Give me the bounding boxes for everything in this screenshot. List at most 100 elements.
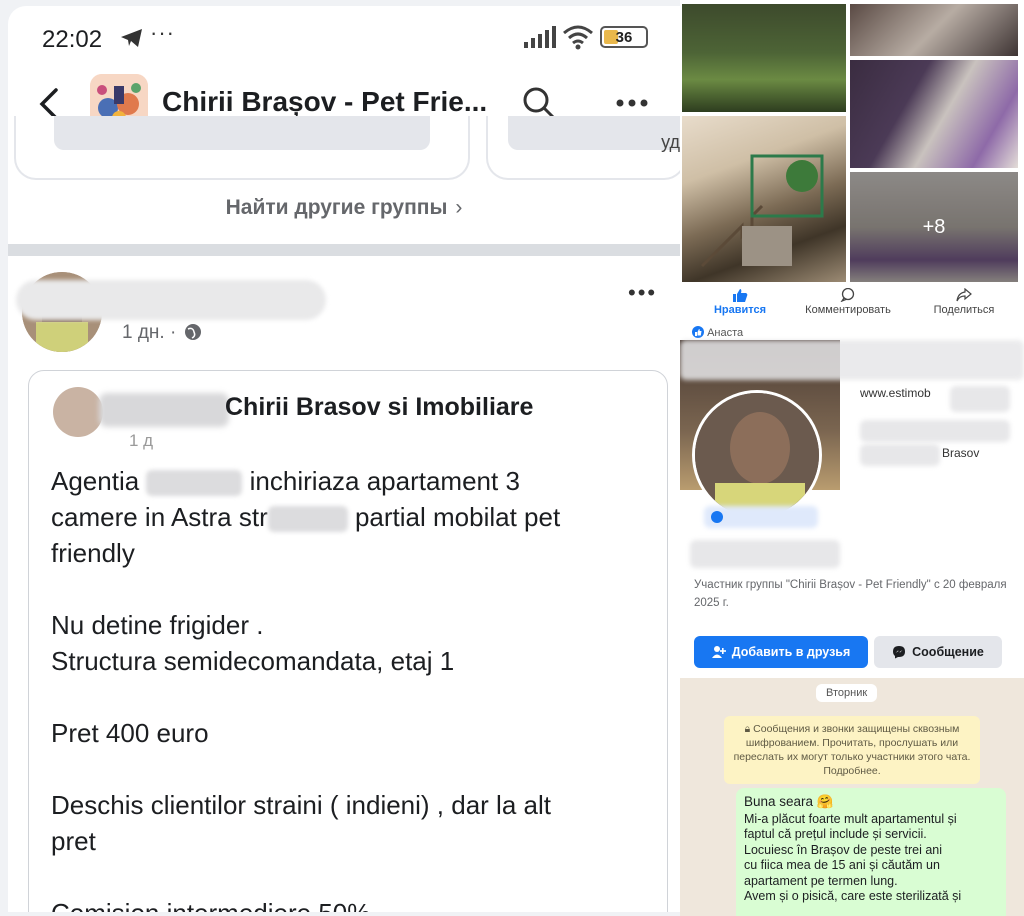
suggested-group-card[interactable]: уд [486, 116, 680, 180]
lock-icon: 🔒︎ [744, 723, 754, 735]
reactions-summary[interactable]: Анаста [692, 326, 743, 339]
suggested-group-label: уд [661, 132, 680, 152]
battery-indicator: 36 [600, 26, 648, 48]
post-text: Agentia [51, 466, 140, 496]
reactions-names: Анаста [707, 327, 744, 339]
status-time: 22:02 [42, 26, 103, 53]
message-line: cu fiica mea de 15 ani și căutăm un [744, 858, 940, 872]
like-label: Нравится [713, 304, 767, 316]
post-actions-bar: Нравится Комментировать Поделиться [680, 284, 1024, 326]
post-line: Pret 400 euro [51, 718, 209, 748]
group-membership-note: Участник группы "Chirii Brașov - Pet Fri… [694, 579, 1007, 609]
like-reaction-icon [692, 326, 704, 338]
page-title: Chirii Brașov - Pet Frie... [162, 86, 488, 117]
encryption-notice[interactable]: 🔒︎ Сообщения и звонки защищены сквозным … [724, 716, 980, 784]
redacted-profile-info [860, 444, 940, 466]
message-button[interactable]: Сообщение [874, 636, 1002, 668]
profile-website: www.estimob [860, 386, 931, 400]
post-text: inchiriaza apartament 3 [249, 466, 520, 496]
redacted-author-name [16, 280, 326, 320]
redacted-website [950, 386, 1010, 412]
message-line: faptul că prețul include și servicii. [744, 827, 927, 841]
redacted-shared-author [99, 393, 229, 427]
add-user-icon [711, 646, 726, 658]
post-line: Deschis clientilor straini ( indieni) , … [51, 790, 551, 820]
comment-button[interactable]: Комментировать [798, 288, 898, 316]
message-line: Buna seara 🤗 [744, 794, 834, 809]
shared-post-card[interactable]: Chirii Brasov si Imobiliare 1 д Agentia … [28, 370, 668, 912]
facebook-post-screenshot: 22:02 ··· 36 Chirii Brașov - Pet Frie...… [0, 0, 680, 916]
redacted-profile-detail [690, 540, 840, 568]
chat-message-bubble[interactable]: Buna seara 🤗 Mi-a plăcut foarte mult apa… [736, 788, 1006, 916]
redacted-profile-name [680, 340, 1024, 380]
listing-and-chat-panel: +8 Нравится Комментировать Поделиться Ан… [680, 0, 1024, 916]
profile-photo [695, 393, 819, 517]
suggested-group-card[interactable] [14, 116, 470, 180]
post-line: friendly [51, 538, 135, 568]
comment-label: Комментировать [805, 304, 891, 316]
share-icon [956, 288, 972, 302]
post-time-text: 1 дн. · [122, 322, 177, 343]
suggested-group-button[interactable] [54, 116, 430, 150]
more-photos-count[interactable]: +8 [850, 172, 1018, 282]
shared-post-source[interactable]: Chirii Brasov si Imobiliare [225, 393, 533, 422]
post-line: Nu detine frigider . [51, 610, 264, 640]
post-line: Structura semidecomandata, etaj 1 [51, 646, 455, 676]
find-other-groups-label: Найти другие группы [225, 196, 448, 219]
section-divider [8, 244, 680, 256]
more-notifications-icon: ··· [150, 20, 175, 45]
post-timestamp: 1 дн. · [122, 322, 202, 344]
add-friend-button[interactable]: Добавить в друзья [694, 636, 868, 668]
photo-garden[interactable] [682, 4, 846, 112]
badge-icon [711, 511, 723, 523]
profile-avatar[interactable] [692, 390, 822, 520]
photo-hallway[interactable] [850, 4, 1018, 56]
post-text: camere in Astra str [51, 502, 268, 532]
status-bar: 22:02 ··· 36 [8, 6, 680, 64]
profile-city: Brasov [942, 446, 980, 460]
signal-icon [524, 26, 556, 48]
comment-icon [840, 288, 855, 302]
post-line: pret [51, 826, 96, 856]
message-line: Locuiesc în Brașov de peste trei ani [744, 842, 943, 857]
profile-card: www.estimob Brasov Участник группы "Chir… [680, 340, 1024, 620]
message-line: apartament pe termen lung. [744, 873, 898, 888]
phone-screen: 22:02 ··· 36 Chirii Brașov - Pet Frie...… [8, 6, 680, 912]
shared-post-time: 1 д [129, 431, 154, 450]
post-more-icon[interactable]: ••• [628, 280, 657, 306]
share-label: Поделиться [933, 304, 995, 316]
battery-level: 36 [615, 29, 633, 46]
post-text: partial mobilat pet [354, 502, 561, 532]
chat-window: Вторник 🔒︎ Сообщения и звонки защищены с… [680, 678, 1024, 916]
redacted-text [267, 506, 348, 533]
message-label: Сообщение [912, 645, 984, 659]
wifi-icon [563, 25, 593, 50]
post-line: camere in Astra str partial mobilat pet [51, 499, 651, 535]
photo-staircase[interactable] [682, 116, 846, 282]
suggested-group-button[interactable] [508, 116, 680, 150]
share-button[interactable]: Поделиться [924, 288, 1004, 316]
shared-author-avatar[interactable] [53, 387, 103, 437]
like-button[interactable]: Нравится [700, 288, 780, 316]
chat-date-chip: Вторник [816, 684, 878, 702]
photo-dining-room[interactable]: +8 [850, 172, 1018, 282]
thumbs-up-icon [733, 289, 748, 302]
post-body: Agentia inchiriaza apartament 3 camere i… [51, 463, 651, 912]
telegram-icon [121, 29, 142, 47]
photo-grid: +8 [680, 0, 1024, 284]
post-line: Agentia inchiriaza apartament 3 [51, 463, 651, 499]
staircase-drawing [700, 154, 824, 268]
more-options-icon[interactable] [612, 88, 652, 118]
photo-kitchen[interactable] [850, 60, 1018, 168]
encryption-text: Сообщения и звонки защищены сквозным шиф… [733, 723, 971, 777]
redacted-profile-info [860, 420, 1010, 442]
post-line: Comision intermediere 50% [51, 895, 651, 912]
message-line: Mi-a plăcut foarte mult apartamentul și [744, 811, 957, 826]
post-header: 1 дн. · ••• [8, 256, 680, 356]
messenger-icon [893, 646, 906, 659]
globe-icon [184, 324, 201, 340]
find-other-groups-link[interactable]: Найти другие группы › [8, 196, 680, 220]
chevron-right-icon: › [455, 196, 463, 219]
redacted-text [146, 470, 243, 497]
add-friend-label: Добавить в друзья [731, 645, 851, 659]
